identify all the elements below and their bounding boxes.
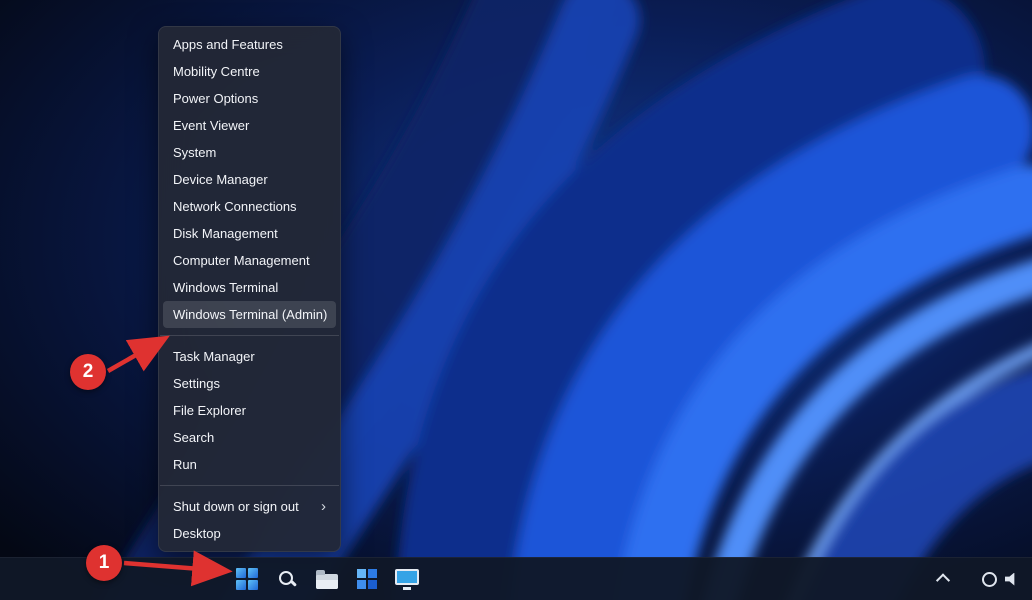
- taskbar: [0, 557, 1032, 600]
- menu-separator: [160, 485, 339, 486]
- menu-item-device-manager[interactable]: Device Manager: [163, 166, 336, 193]
- menu-item-system[interactable]: System: [163, 139, 336, 166]
- menu-item-computer-management[interactable]: Computer Management: [163, 247, 336, 274]
- menu-item-shutdown[interactable]: Shut down or sign out ›: [163, 493, 336, 520]
- menu-item-settings[interactable]: Settings: [163, 370, 336, 397]
- monitor-icon: [395, 569, 419, 590]
- menu-item-disk-management[interactable]: Disk Management: [163, 220, 336, 247]
- menu-item-desktop[interactable]: Desktop: [163, 520, 336, 547]
- start-button[interactable]: [230, 562, 264, 596]
- tray-overflow-button[interactable]: [930, 566, 956, 592]
- menu-item-windows-terminal[interactable]: Windows Terminal: [163, 274, 336, 301]
- windows-app-button[interactable]: [350, 562, 384, 596]
- volume-icon[interactable]: [1005, 573, 1018, 586]
- menu-item-event-viewer[interactable]: Event Viewer: [163, 112, 336, 139]
- menu-item-power-options[interactable]: Power Options: [163, 85, 336, 112]
- menu-item-file-explorer[interactable]: File Explorer: [163, 397, 336, 424]
- step-badge-2: 2: [70, 354, 106, 390]
- menu-item-mobility-centre[interactable]: Mobility Centre: [163, 58, 336, 85]
- menu-separator: [160, 335, 339, 336]
- menu-item-task-manager[interactable]: Task Manager: [163, 343, 336, 370]
- menu-item-network-connections[interactable]: Network Connections: [163, 193, 336, 220]
- step-badge-1: 1: [86, 545, 122, 581]
- win-x-menu: Apps and Features Mobility Centre Power …: [158, 26, 341, 552]
- menu-item-apps-and-features[interactable]: Apps and Features: [163, 31, 336, 58]
- taskbar-icon-group: [230, 562, 424, 596]
- display-app-button[interactable]: [390, 562, 424, 596]
- menu-item-run[interactable]: Run: [163, 451, 336, 478]
- folder-icon: [316, 574, 338, 589]
- desktop-wallpaper: [0, 0, 1032, 600]
- search-button[interactable]: [270, 562, 304, 596]
- tray-icon-group: [982, 572, 1018, 587]
- chevron-right-icon: ›: [321, 493, 326, 520]
- windows-blue-tiles-icon: [357, 569, 377, 589]
- file-explorer-button[interactable]: [310, 562, 344, 596]
- system-tray: [930, 558, 1018, 600]
- network-icon[interactable]: [982, 572, 997, 587]
- chevron-up-icon: [936, 573, 950, 587]
- start-icon: [236, 568, 258, 590]
- menu-item-label: Shut down or sign out: [173, 493, 299, 520]
- search-icon: [278, 570, 296, 588]
- menu-item-windows-terminal-admin[interactable]: Windows Terminal (Admin): [163, 301, 336, 328]
- menu-item-search[interactable]: Search: [163, 424, 336, 451]
